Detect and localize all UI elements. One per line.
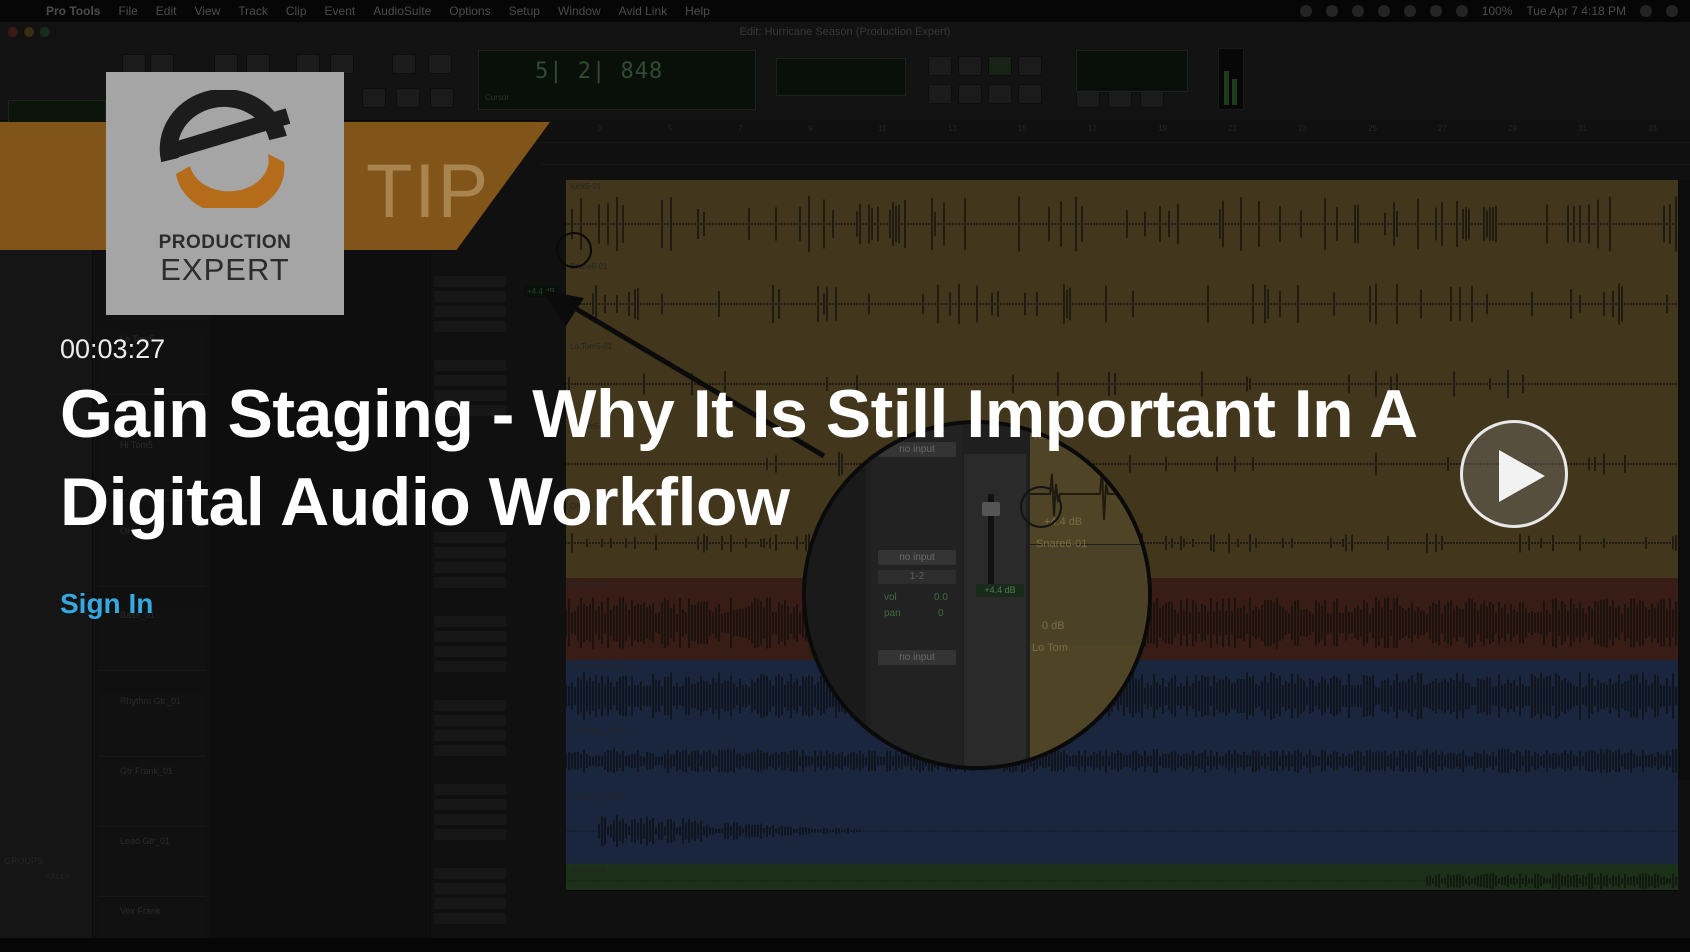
logo-line-2: EXPERT bbox=[160, 252, 290, 287]
pan-value: 0 bbox=[938, 608, 944, 619]
output-selector: 1-2 bbox=[878, 570, 956, 584]
pan-label: pan bbox=[884, 608, 901, 619]
lens-zero-db: 0 dB bbox=[1042, 620, 1065, 632]
video-duration: 00:03:27 bbox=[60, 334, 166, 364]
video-title: Gain Staging - Why It Is Still Important… bbox=[60, 376, 1416, 540]
input-selector: no input bbox=[878, 550, 956, 565]
logo-line-1: PRODUCTION bbox=[158, 232, 292, 253]
fader-gain-readout: +4.4 dB bbox=[976, 584, 1024, 597]
tip-label: TIP bbox=[366, 149, 491, 234]
play-button[interactable] bbox=[1460, 420, 1568, 528]
input-selector: no input bbox=[878, 650, 956, 665]
play-icon bbox=[1499, 450, 1545, 502]
vol-value: 0.0 bbox=[934, 592, 948, 603]
production-expert-logo: PRODUCTION EXPERT bbox=[106, 72, 344, 315]
bottom-bar bbox=[0, 938, 1690, 952]
vol-label: vol bbox=[884, 592, 897, 603]
production-expert-e-icon bbox=[159, 90, 291, 208]
sign-in-link[interactable]: Sign In bbox=[60, 588, 153, 620]
lens-track-label: Lo Tom bbox=[1032, 642, 1068, 654]
video-poster[interactable]: Pro Tools File Edit View Track Clip Even… bbox=[0, 0, 1690, 952]
